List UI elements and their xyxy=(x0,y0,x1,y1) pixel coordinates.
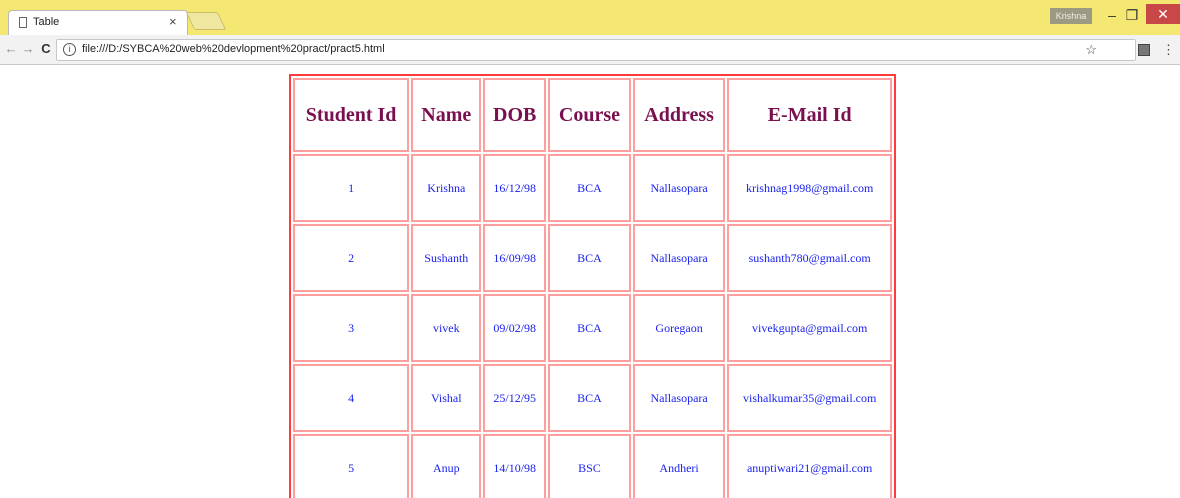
cell-student-id: 1 xyxy=(293,154,410,222)
close-window-icon[interactable]: ✕ xyxy=(1146,4,1180,24)
cell-email: krishnag1998@gmail.com xyxy=(727,154,892,222)
cell-name: Krishna xyxy=(411,154,482,222)
cell-dob: 16/12/98 xyxy=(483,154,547,222)
cell-student-id: 3 xyxy=(293,294,410,362)
info-icon[interactable]: i xyxy=(63,43,76,56)
cell-dob: 09/02/98 xyxy=(483,294,547,362)
cell-address: Nallasopara xyxy=(632,154,726,222)
cell-name: Sushanth xyxy=(411,224,482,292)
cell-dob: 14/10/98 xyxy=(483,434,547,498)
cell-name: Vishal xyxy=(411,364,482,432)
header-address: Address xyxy=(632,78,726,152)
reload-icon[interactable]: C xyxy=(38,41,54,57)
restore-icon[interactable]: ❐ xyxy=(1122,5,1142,25)
menu-icon[interactable]: ⋮ xyxy=(1162,42,1175,58)
back-icon[interactable]: ← xyxy=(3,41,19,57)
page-icon xyxy=(19,17,27,28)
cell-course: BCA xyxy=(548,224,631,292)
tab-table[interactable]: Table × xyxy=(8,10,188,35)
header-name: Name xyxy=(411,78,482,152)
forward-icon[interactable]: → xyxy=(20,41,36,57)
tab-strip: Table × Krishna – ❐ ✕ xyxy=(0,0,1180,35)
page-content: Student Id Name DOB Course Address E-Mai… xyxy=(0,65,1180,498)
cell-email: vishalkumar35@gmail.com xyxy=(727,364,892,432)
cell-email: vivekgupta@gmail.com xyxy=(727,294,892,362)
cell-email: anuptiwari21@gmail.com xyxy=(727,434,892,498)
close-tab-icon[interactable]: × xyxy=(169,14,177,29)
cell-course: BCA xyxy=(548,294,631,362)
table-row: 4 Vishal 25/12/95 BCA Nallasopara vishal… xyxy=(293,364,892,432)
header-dob: DOB xyxy=(483,78,547,152)
cell-course: BCA xyxy=(548,364,631,432)
student-table: Student Id Name DOB Course Address E-Mai… xyxy=(289,74,896,498)
cell-dob: 16/09/98 xyxy=(483,224,547,292)
table-row: 2 Sushanth 16/09/98 BCA Nallasopara sush… xyxy=(293,224,892,292)
cell-name: vivek xyxy=(411,294,482,362)
minimize-icon[interactable]: – xyxy=(1102,5,1122,25)
tab-title: Table xyxy=(33,16,60,28)
cell-address: Nallasopara xyxy=(632,364,726,432)
address-bar[interactable]: i file:///D:/SYBCA%20web%20devlopment%20… xyxy=(56,39,1136,61)
cell-dob: 25/12/95 xyxy=(483,364,547,432)
cell-email: sushanth780@gmail.com xyxy=(727,224,892,292)
extension-icon[interactable] xyxy=(1138,44,1150,56)
cell-student-id: 4 xyxy=(293,364,410,432)
cell-address: Goregaon xyxy=(632,294,726,362)
header-email: E-Mail Id xyxy=(727,78,892,152)
new-tab-button[interactable] xyxy=(185,12,227,30)
cell-address: Andheri xyxy=(632,434,726,498)
cell-address: Nallasopara xyxy=(632,224,726,292)
cell-student-id: 5 xyxy=(293,434,410,498)
cell-student-id: 2 xyxy=(293,224,410,292)
url-text[interactable]: file:///D:/SYBCA%20web%20devlopment%20pr… xyxy=(82,43,385,55)
cell-course: BSC xyxy=(548,434,631,498)
header-course: Course xyxy=(548,78,631,152)
table-row: 5 Anup 14/10/98 BSC Andheri anuptiwari21… xyxy=(293,434,892,498)
browser-toolbar: ← → C i file:///D:/SYBCA%20web%20devlopm… xyxy=(0,35,1180,65)
bookmark-star-icon[interactable]: ☆ xyxy=(1085,42,1097,58)
cell-course: BCA xyxy=(548,154,631,222)
header-student-id: Student Id xyxy=(293,78,410,152)
profile-button[interactable]: Krishna xyxy=(1050,8,1092,24)
header-row: Student Id Name DOB Course Address E-Mai… xyxy=(293,78,892,152)
table-row: 1 Krishna 16/12/98 BCA Nallasopara krish… xyxy=(293,154,892,222)
cell-name: Anup xyxy=(411,434,482,498)
table-row: 3 vivek 09/02/98 BCA Goregaon vivekgupta… xyxy=(293,294,892,362)
